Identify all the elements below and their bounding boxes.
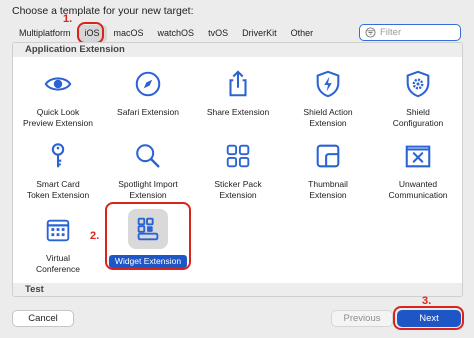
template-label: Share Extension: [206, 107, 270, 117]
tray-x-icon: [401, 139, 435, 173]
template-virtual-conference[interactable]: Virtual Conference: [13, 213, 103, 274]
platform-tabs: Multiplatform iOS macOS watchOS tvOS Dri…: [12, 24, 320, 42]
template-label: Spotlight Import Extension: [118, 179, 178, 200]
calendar-icon: [41, 213, 75, 247]
template-label: Shield Configuration: [392, 107, 444, 128]
template-label: Sticker Pack Extension: [214, 179, 262, 200]
template-shield-action-extension[interactable]: Shield Action Extension: [283, 67, 373, 128]
template-safari-extension[interactable]: Safari Extension: [103, 67, 193, 118]
eye-icon: [41, 67, 75, 101]
share-icon: [221, 67, 255, 101]
dialog-title: Choose a template for your new target:: [12, 5, 194, 17]
template-label: Thumbnail Extension: [308, 179, 348, 200]
template-label: Unwanted Communication: [388, 179, 448, 200]
magnifying-glass-icon: [131, 139, 165, 173]
grid-icon: [221, 139, 255, 173]
filter-icon: [365, 27, 376, 38]
shield-bolt-icon: [311, 67, 345, 101]
tab-macos[interactable]: macOS: [107, 25, 151, 42]
template-label: Smart Card Token Extension: [26, 179, 90, 200]
template-sticker-pack-extension[interactable]: Sticker Pack Extension: [193, 139, 283, 200]
template-spotlight-import-extension[interactable]: Spotlight Import Extension: [103, 139, 193, 200]
filter-field[interactable]: Filter: [359, 24, 461, 41]
template-unwanted-communication[interactable]: Unwanted Communication: [373, 139, 462, 200]
template-label: Safari Extension: [117, 107, 179, 117]
template-shield-configuration[interactable]: Shield Configuration: [373, 67, 462, 128]
annotation-ring-widget: [105, 202, 191, 270]
annotation-step-1: 1.: [63, 13, 73, 25]
previous-button[interactable]: Previous: [331, 310, 393, 327]
cancel-button[interactable]: Cancel: [12, 310, 74, 327]
annotation-step-2: 2.: [90, 230, 100, 242]
annotation-ring-ios: [77, 22, 104, 44]
section-header-test: Test: [13, 283, 462, 296]
key-icon: [41, 139, 75, 173]
template-label: Quick Look Preview Extension: [23, 107, 93, 128]
template-list: Application Extension Quick Look Preview…: [12, 42, 463, 297]
thumbnail-icon: [311, 139, 345, 173]
template-smart-card-token-extension[interactable]: Smart Card Token Extension: [13, 139, 103, 200]
shield-gear-icon: [401, 67, 435, 101]
annotation-step-3: 3.: [422, 295, 432, 307]
tab-watchos[interactable]: watchOS: [151, 25, 202, 42]
tab-driverkit[interactable]: DriverKit: [235, 25, 284, 42]
section-header-application-extension: Application Extension: [13, 43, 462, 57]
template-quick-look-preview-extension[interactable]: Quick Look Preview Extension: [13, 67, 103, 128]
tab-multiplatform[interactable]: Multiplatform: [12, 25, 78, 42]
template-share-extension[interactable]: Share Extension: [193, 67, 283, 118]
tab-other[interactable]: Other: [284, 25, 321, 42]
compass-icon: [131, 67, 165, 101]
template-label: Virtual Conference: [36, 253, 80, 274]
annotation-ring-next: [393, 306, 464, 330]
tab-tvos[interactable]: tvOS: [201, 25, 235, 42]
filter-placeholder: Filter: [380, 27, 402, 38]
template-label: Shield Action Extension: [303, 107, 353, 128]
template-thumbnail-extension[interactable]: Thumbnail Extension: [283, 139, 373, 200]
